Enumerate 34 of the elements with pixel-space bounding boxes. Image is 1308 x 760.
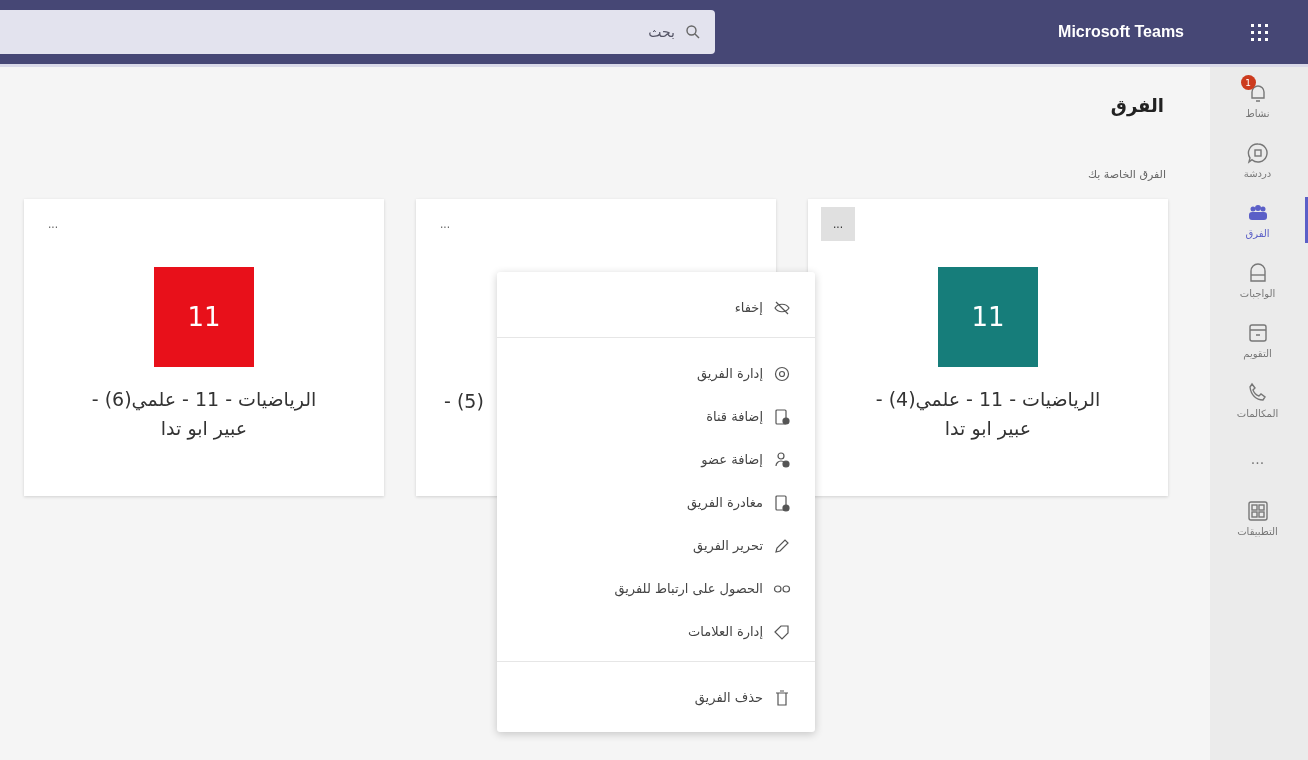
more-options-button[interactable]: ...	[821, 207, 855, 241]
tag-icon	[773, 622, 791, 641]
menu-item[interactable]: حذف الفريق	[497, 676, 815, 719]
rail-item[interactable]: الفرق	[1210, 197, 1308, 243]
trash-icon	[773, 688, 791, 707]
rail-item[interactable]: التطبيقات	[1210, 495, 1308, 541]
channel-icon	[773, 407, 791, 426]
rail-item[interactable]: التقويم	[1210, 317, 1308, 363]
app-title: Microsoft Teams	[1058, 23, 1184, 41]
person-icon	[773, 450, 791, 469]
more-options-button[interactable]: ...	[36, 207, 70, 241]
app-launcher-icon[interactable]	[1249, 22, 1269, 42]
more-options-button[interactable]: ...	[428, 207, 462, 241]
menu-item[interactable]: الحصول على ارتباط للفريق	[497, 567, 815, 610]
team-name: الرياضيات - 11 - علمي(6) - عبير ابو تدا	[90, 387, 318, 442]
rail-item[interactable]: ...	[1210, 437, 1308, 481]
leave-icon	[773, 493, 791, 512]
team-name: الرياضيات - 11 - علمي(4) - عبير ابو تدا	[874, 387, 1102, 442]
rail-item[interactable]: الواجبات	[1210, 257, 1308, 303]
menu-item[interactable]: إدارة العلامات	[497, 610, 815, 653]
page-title: الفرق	[1109, 95, 1165, 116]
chat-icon	[1245, 141, 1270, 165]
team-avatar: 11	[154, 267, 254, 367]
apps-icon	[1245, 499, 1270, 523]
search-field[interactable]: بحث	[0, 10, 715, 54]
notification-badge: 1	[1240, 75, 1256, 90]
rail-item[interactable]: المكالمات	[1210, 377, 1308, 423]
team-name: (5) -	[444, 389, 484, 414]
search-icon	[685, 24, 701, 40]
rail-item[interactable]: دردشة	[1210, 137, 1308, 183]
section-heading: الفرق الخاصة بك	[1087, 168, 1167, 181]
menu-item[interactable]: تحرير الفريق	[497, 524, 815, 567]
team-avatar: 11	[938, 267, 1038, 367]
gear-icon	[773, 364, 791, 383]
